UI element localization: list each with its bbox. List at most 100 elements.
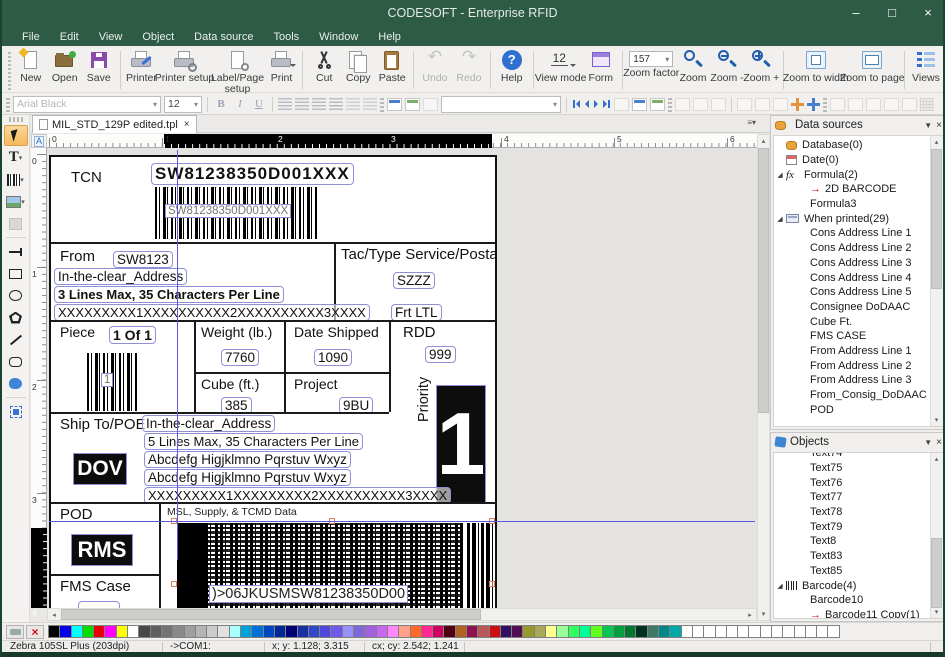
rectangle-tool-icon[interactable] (4, 263, 28, 284)
image-tool-icon[interactable]: ▾ (4, 191, 28, 212)
horizontal-scrollbar[interactable]: ◂ ▸ (47, 608, 757, 621)
toolbar-view-mode-button[interactable]: 12View mode (537, 48, 583, 85)
line-spacing-down-icon[interactable] (363, 98, 377, 110)
font-size-select[interactable]: 12▾ (164, 96, 202, 113)
vertical-ruler[interactable]: 01234 (31, 148, 47, 608)
datasource-item-formula3[interactable]: Formula3 (774, 197, 929, 212)
datasource-item-when-printed-29-[interactable]: ◢When printed(29) (774, 211, 929, 226)
center-vertically-icon[interactable] (807, 98, 820, 111)
panel-close-icon[interactable]: × (936, 437, 942, 448)
toolbar-open-button[interactable]: Open (48, 48, 82, 85)
pdf417-start-bar[interactable] (177, 523, 205, 608)
italic-button[interactable]: I (232, 96, 248, 112)
datasource-item-from-address-line-2[interactable]: From Address Line 2 (774, 358, 929, 373)
menu-file[interactable]: File (12, 29, 50, 45)
rfid-tool-icon[interactable] (4, 213, 28, 234)
toolbar-print-button[interactable]: Print (264, 48, 298, 85)
pdf417-text[interactable]: )>06JKUSMSW81238350D00 (209, 585, 408, 603)
priority-value-box[interactable]: 1 (436, 385, 486, 503)
text-tool-icon[interactable]: T▾ (4, 147, 28, 168)
object-item-text78[interactable]: Text78 (774, 505, 929, 520)
weight-label[interactable]: Weight (lb.) (201, 324, 272, 340)
from-value-text[interactable]: SW8123 (113, 251, 173, 268)
grid-icon[interactable] (920, 98, 934, 111)
datasource-item-date-0-[interactable]: Date(0) (774, 153, 929, 168)
shape-tool-icon[interactable] (4, 373, 28, 394)
database-edit-icon[interactable] (387, 98, 402, 111)
abc1-text[interactable]: Abcdefg Higjklmno Pqrstuv Wxyz (144, 451, 351, 468)
toolbar-printer-button[interactable]: Printer (124, 48, 158, 85)
datasource-item-cons-address-line-3[interactable]: Cons Address Line 3 (774, 256, 929, 271)
cube-label[interactable]: Cube (ft.) (201, 376, 259, 392)
scrollbar-thumb[interactable] (61, 609, 481, 620)
tcn-label[interactable]: TCN (71, 169, 102, 186)
object-item-barcode10[interactable]: Barcode10 (774, 593, 929, 608)
align-right-icon[interactable] (312, 98, 326, 110)
frt-ltl-text[interactable]: Frt LTL (391, 304, 442, 321)
scroll-down-icon[interactable]: ▾ (758, 608, 769, 620)
horizontal-guide-line[interactable] (49, 521, 755, 522)
datasource-item-cons-address-line-2[interactable]: Cons Address Line 2 (774, 241, 929, 256)
datasource-item-from-address-line-3[interactable]: From Address Line 3 (774, 373, 929, 388)
scroll-left-icon[interactable]: ◂ (48, 609, 60, 620)
no-color-button[interactable]: × (26, 625, 44, 639)
tcn-barcode-text[interactable]: SW81238350D001XXX (165, 204, 291, 218)
project-label[interactable]: Project (294, 376, 338, 392)
polygon-tool-icon[interactable] (4, 307, 28, 328)
bold-button[interactable]: B (213, 96, 229, 112)
database-view-icon[interactable] (650, 98, 665, 111)
align-objects-bottom-icon[interactable] (773, 98, 788, 111)
align-left-icon[interactable] (278, 98, 292, 110)
vertical-guide-line[interactable] (177, 150, 178, 560)
close-button[interactable]: × (921, 5, 935, 20)
priority-label[interactable]: Priority (416, 362, 432, 422)
toolbar-zoom-factor-button[interactable]: 157▾Zoom factor (627, 48, 677, 80)
rms-box[interactable]: RMS (71, 534, 133, 566)
rdd-label[interactable]: RDD (403, 324, 436, 341)
align-justify-icon[interactable] (329, 98, 343, 110)
datasource-item-database-0-[interactable]: Database(0) (774, 138, 929, 153)
toolbar-undo-button[interactable]: ↶Undo (418, 48, 452, 85)
clipped-object-box[interactable] (78, 601, 120, 608)
scroll-right-icon[interactable]: ▸ (744, 609, 756, 620)
distribute-vertical-icon[interactable] (848, 98, 863, 111)
maximize-button[interactable]: □ (885, 5, 899, 20)
external-object-tool-icon[interactable] (4, 401, 28, 422)
selection-tool-icon[interactable] (4, 125, 28, 146)
selection-handle[interactable] (171, 581, 177, 587)
dov-box[interactable]: DOV (73, 453, 127, 485)
datasource-item-fms-case[interactable]: FMS CASE (774, 329, 929, 344)
ruler-corner-button[interactable]: A (31, 134, 47, 148)
panel-scrollbar[interactable]: ▴ ▾ (930, 453, 943, 618)
datasource-item-from-address-line-1[interactable]: From Address Line 1 (774, 344, 929, 359)
pdf417-stop-bar[interactable] (467, 523, 493, 608)
scroll-up-icon[interactable]: ▴ (931, 136, 942, 148)
menu-help[interactable]: Help (368, 29, 411, 45)
xxx1-text[interactable]: XXXXXXXXX1XXXXXXXXXX2XXXXXXXXXX3XXXX (54, 304, 370, 321)
msl-label[interactable]: MSL, Supply, & TCMD Data (167, 506, 297, 518)
date-shipped-value-text[interactable]: 1090 (314, 349, 352, 366)
datasource-item-from-consig-dodaac[interactable]: From_Consig_DoDAAC (774, 388, 929, 403)
object-item-text76[interactable]: Text76 (774, 475, 929, 490)
panel-scrollbar[interactable]: ▴ ▾ (930, 136, 943, 426)
object-item-text8[interactable]: Text8 (774, 534, 929, 549)
object-item-barcode-4-[interactable]: ◢Barcode(4) (774, 578, 929, 593)
from-label[interactable]: From (60, 248, 95, 265)
ship-to-label[interactable]: Ship To/POE (60, 416, 146, 433)
panel-close-icon[interactable]: × (936, 120, 942, 131)
datasource-item-cube-ft-[interactable]: Cube Ft. (774, 314, 929, 329)
toolbar-cut-button[interactable]: Cut (307, 48, 341, 85)
datasource-item-2d-barcode[interactable]: →2D BARCODE (774, 182, 929, 197)
weight-value-text[interactable]: 7760 (221, 349, 259, 366)
rounded-rectangle-tool-icon[interactable] (4, 351, 28, 372)
toolbar-zoom-button[interactable]: Zoom (676, 48, 710, 85)
toolbar-zoom-in-button[interactable]: Zoom + (744, 48, 779, 85)
next-record-button[interactable] (593, 100, 599, 108)
tab-overflow-icon[interactable]: ≡▾ (747, 118, 756, 127)
ship-to-address-text[interactable]: In-the-clear_Address (142, 415, 275, 432)
scrollbar-thumb[interactable] (931, 149, 942, 289)
same-width-icon[interactable] (866, 98, 881, 111)
database-import-icon[interactable] (405, 98, 420, 111)
datasource-item-pod[interactable]: POD (774, 402, 929, 417)
distribute-horizontal-icon[interactable] (830, 98, 845, 111)
